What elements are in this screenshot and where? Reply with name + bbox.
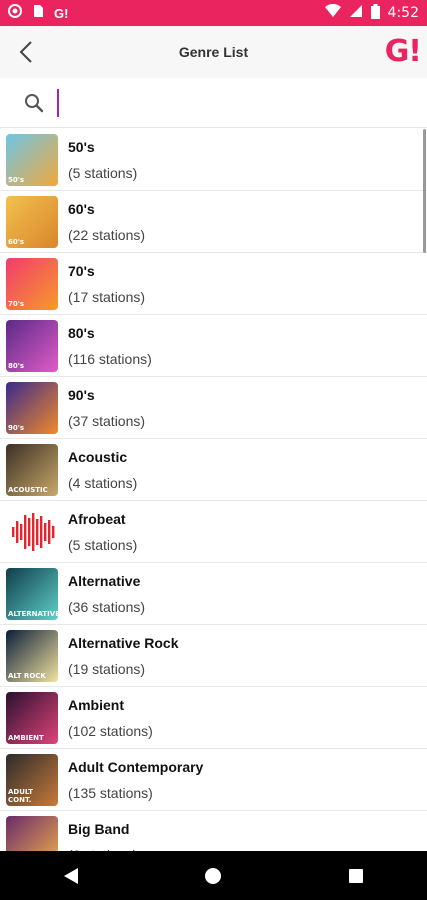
genre-artwork: 60's [6,195,58,248]
app-logo: G! [384,34,422,69]
genre-name: 80's [68,324,95,341]
genre-row[interactable]: ALTERNATIVE Alternative (36 stations) [0,563,427,625]
station-count: (36 stations) [68,598,146,615]
genre-row[interactable]: ACOUSTIC Acoustic (4 stations) [0,439,427,501]
genre-artwork: ALT ROCK [6,629,58,682]
genre-name: Adult Contemporary [68,758,204,775]
genre-row[interactable]: BIG BAND Big Band(9 stations) [0,811,427,851]
genre-row[interactable]: 80's 80's (116 stations) [0,315,427,377]
genre-name: Ambient [68,696,124,713]
station-count: (5 stations) [68,536,138,553]
genre-artwork: 70's [6,257,58,310]
artwork-tag: 80's [8,361,25,370]
genre-artwork: BIG BAND [6,815,58,851]
genre-row[interactable]: 90's 90's (37 stations) [0,377,427,439]
artwork-tag: 70's [8,299,25,308]
station-count: (37 stations) [68,412,146,429]
genre-info: 70's (17 stations) [68,262,145,306]
artwork-tag: 60's [8,237,25,246]
battery-icon [370,3,380,23]
genre-name: Acoustic [68,448,128,465]
station-count: (102 stations) [68,722,153,739]
station-count: (17 stations) [68,288,146,305]
app-notification-icon: G! [54,5,69,21]
genre-info: 50's (5 stations) [68,138,137,182]
genre-artwork: ALTERNATIVE [6,567,58,620]
genre-row[interactable]: ALT ROCK Alternative Rock (19 stations) [0,625,427,687]
genre-row[interactable]: 70's 70's (17 stations) [0,253,427,315]
genre-info: Big Band(9 stations) [68,820,137,852]
recents-square-icon [348,868,363,883]
genre-info: 80's (116 stations) [68,324,152,368]
genre-artwork: ADULT CONT. [6,753,58,806]
genre-info: Ambient (102 stations) [68,696,153,740]
station-count: (135 stations) [68,784,153,801]
station-count: (116 stations) [68,350,152,367]
genre-row[interactable]: ADULT CONT. Adult Contemporary (135 statio… [0,749,427,811]
home-circle-icon [205,867,222,884]
genre-name: Alternative Rock [68,634,179,651]
genre-name: 70's [68,262,95,279]
status-bar: G! 4:52 [0,0,427,26]
genre-list: 50's 50's (5 stations) 60's 60's (22 stations… [0,129,427,851]
genre-row[interactable]: 50's 50's (5 stations) [0,129,427,191]
record-icon [8,3,22,23]
signal-icon [349,4,363,22]
genre-name: Big Band [68,820,130,837]
search-icon [25,93,44,112]
page-title: Genre List [178,44,249,60]
station-count: (19 stations) [68,660,146,677]
artwork-tag: 90's [8,423,25,432]
search-input[interactable] [57,88,387,117]
wifi-icon [324,3,341,22]
nav-home-button[interactable] [189,856,237,896]
genre-artwork: AMBIENT [6,691,58,744]
genre-artwork: ACOUSTIC [6,443,58,496]
back-triangle-icon [64,867,79,884]
genre-artwork [6,506,58,558]
genre-row[interactable]: Afrobeat (5 stations) [0,501,427,563]
station-count: (5 stations) [68,164,138,181]
search-bar [0,78,427,128]
genre-row[interactable]: 60's 60's (22 stations) [0,191,427,253]
genre-info: Alternative (36 stations) [68,572,145,616]
genre-artwork: 50's [6,133,58,186]
genre-info: 90's (37 stations) [68,386,145,430]
artwork-tag: ADULT CONT. [8,787,33,804]
clock: 4:52 [387,5,419,21]
back-button[interactable] [0,26,52,78]
genre-name: 50's [68,138,95,155]
genre-artwork: 80's [6,319,58,372]
artwork-tag: 50's [8,175,25,184]
genre-info: Alternative Rock (19 stations) [68,634,178,678]
nav-recents-button[interactable] [332,856,380,896]
artwork-tag: AMBIENT [8,733,44,742]
genre-info: Afrobeat (5 stations) [68,510,137,554]
app-bar: Genre List G! [0,26,427,78]
nav-back-button[interactable] [47,856,95,896]
artwork-tag: ALTERNATIVE [8,609,58,618]
sound-wave-icon [12,512,55,551]
genre-name: Alternative [68,572,141,589]
chevron-left-icon [19,41,32,63]
scrollbar[interactable] [423,129,426,253]
genre-name: 60's [68,200,95,217]
genre-row[interactable]: AMBIENT Ambient (102 stations) [0,687,427,749]
station-count: (22 stations) [68,226,146,243]
genre-name: Afrobeat [68,510,126,527]
genre-name: 90's [68,386,95,403]
artwork-tag: ALT ROCK [8,671,46,680]
genre-info: Adult Contemporary (135 stations) [68,758,203,802]
genre-info: 60's (22 stations) [68,200,145,244]
genre-info: Acoustic (4 stations) [68,448,137,492]
genre-artwork: 90's [6,381,58,434]
station-count: (4 stations) [68,474,138,491]
system-nav-bar [0,851,427,900]
artwork-tag: ACOUSTIC [8,485,48,494]
sim-card-icon [32,4,44,23]
